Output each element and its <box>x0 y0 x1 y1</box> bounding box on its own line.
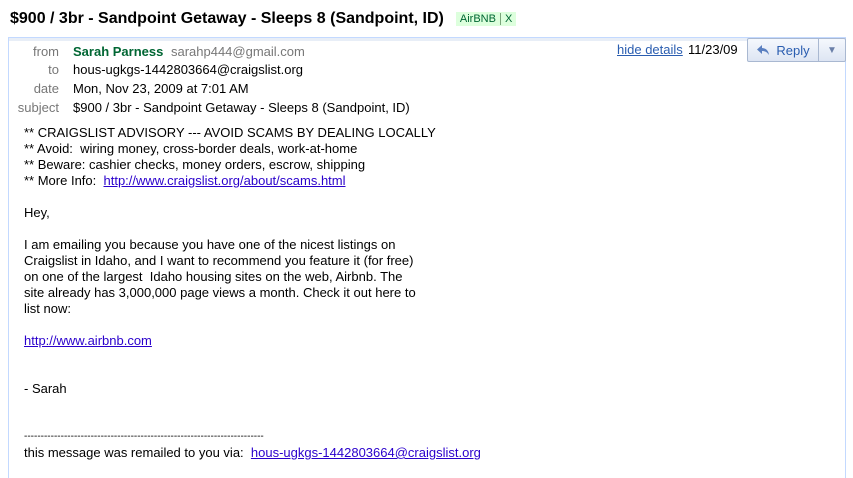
paragraph-line: on one of the largest Idaho housing site… <box>24 269 403 284</box>
chevron-down-icon: ▼ <box>827 44 837 56</box>
message-card: from Sarah Parness sarahp444@gmail.com h… <box>8 37 846 478</box>
greeting: Hey, <box>24 205 50 220</box>
from-label: from <box>33 43 59 59</box>
reply-button-group: Reply ▼ <box>747 38 846 62</box>
reply-button[interactable]: Reply <box>748 39 819 61</box>
signoff: - Sarah <box>24 381 67 396</box>
more-actions-dropdown[interactable]: ▼ <box>819 39 845 61</box>
advisory-line: ** Avoid: wiring money, cross-border dea… <box>24 141 358 156</box>
reply-arrow-icon <box>757 45 770 55</box>
paragraph-line: list now: <box>24 301 71 316</box>
label-chip-airbnb[interactable]: AirBNB X <box>455 12 517 26</box>
thread-subject: $900 / 3br - Sandpoint Getaway - Sleeps … <box>10 10 444 27</box>
advisory-line: ** More Info: http://www.craigslist.org/… <box>24 173 824 189</box>
airbnb-link-line: http://www.airbnb.com <box>24 333 824 349</box>
paragraph-line: site already has 3,000,000 page views a … <box>24 285 416 300</box>
paragraph-line: Craigslist in Idaho, and I want to recom… <box>24 253 414 268</box>
from-value: Sarah Parness sarahp444@gmail.com <box>73 44 305 59</box>
sender-email: sarahp444@gmail.com <box>170 43 305 59</box>
remailed-line: this message was remailed to you via: ho… <box>24 445 824 461</box>
airbnb-link[interactable]: http://www.airbnb.com <box>24 333 152 348</box>
scams-info-link[interactable]: http://www.craigslist.org/about/scams.ht… <box>103 173 345 188</box>
hide-details-link[interactable]: hide details <box>617 42 683 57</box>
to-row: to hous-ugkgs-1442803664@craigslist.org <box>9 60 845 78</box>
thread-subject-bar: $900 / 3br - Sandpoint Getaway - Sleeps … <box>10 8 517 30</box>
subject-value: $900 / 3br - Sandpoint Getaway - Sleeps … <box>73 99 410 115</box>
paragraph-line: I am emailing you because you have one o… <box>24 237 396 252</box>
card-accent <box>9 38 845 41</box>
separator-line: ----------------------------------------… <box>24 431 264 442</box>
remailed-address-link[interactable]: hous-ugkgs-1442803664@craigslist.org <box>251 445 481 460</box>
subject-row: subject $900 / 3br - Sandpoint Getaway -… <box>9 98 845 116</box>
subject-label: subject <box>17 99 59 115</box>
advisory-more-info-label: ** More Info: <box>24 173 104 188</box>
to-value: hous-ugkgs-1442803664@craigslist.org <box>73 61 304 77</box>
date-label: date <box>33 80 59 96</box>
label-chip-text[interactable]: AirBNB <box>460 13 496 25</box>
to-label: to <box>48 61 59 77</box>
message-short-date: 11/23/09 <box>688 42 738 57</box>
remailed-prefix: this message was remailed to you via: <box>24 445 251 460</box>
advisory-line: ** Beware: cashier checks, money orders,… <box>24 157 366 172</box>
sender-name[interactable]: Sarah Parness <box>73 44 163 59</box>
advisory-line: ** CRAIGSLIST ADVISORY --- AVOID SCAMS B… <box>24 125 436 140</box>
reply-button-label[interactable]: Reply <box>776 43 809 58</box>
date-value: Mon, Nov 23, 2009 at 7:01 AM <box>73 80 249 96</box>
remove-label-button[interactable]: X <box>499 13 512 25</box>
message-body: ** CRAIGSLIST ADVISORY --- AVOID SCAMS B… <box>24 125 824 461</box>
date-row: date Mon, Nov 23, 2009 at 7:01 AM <box>9 79 845 97</box>
